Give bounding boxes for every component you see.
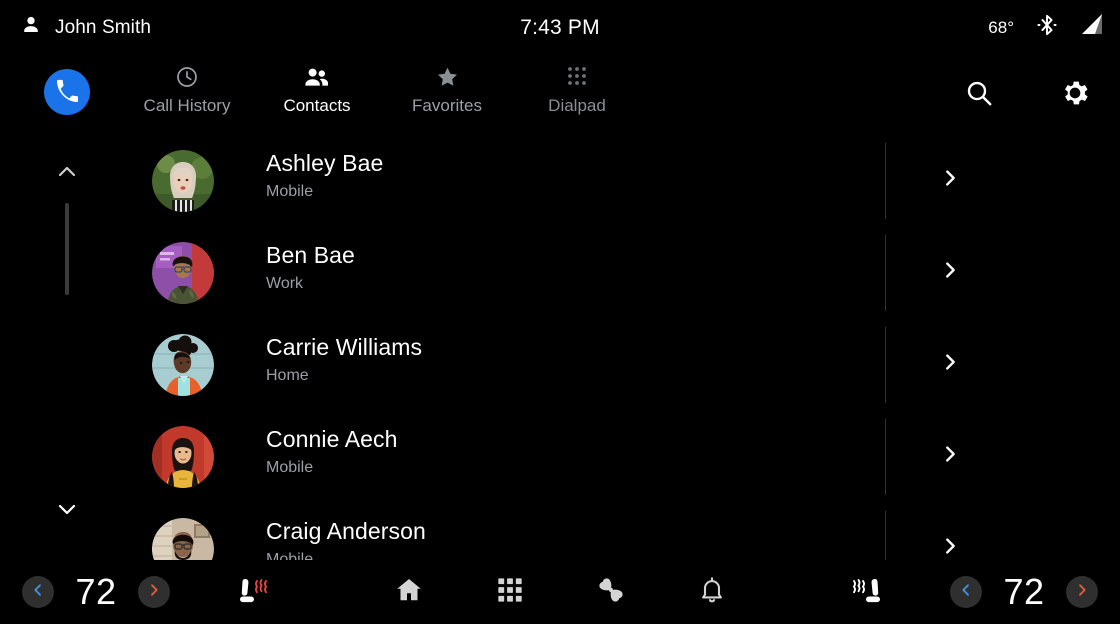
table-row[interactable]: Carrie Williams Home [0, 319, 1120, 411]
star-icon [435, 65, 460, 89]
row-divider [885, 143, 886, 219]
contacts-list: Ashley Bae Mobile Ben Bae Work Carrie Wi… [0, 135, 1120, 560]
row-divider [885, 511, 886, 560]
avatar [152, 334, 214, 396]
clock: 7:43 PM [520, 15, 600, 39]
bottom-nav-bar: 72 72 [0, 560, 1120, 624]
avatar [152, 242, 214, 304]
tab-contacts[interactable]: Contacts [252, 55, 382, 135]
contact-info: Connie Aech Mobile [266, 424, 398, 479]
passenger-seat-heater-button[interactable] [848, 576, 890, 610]
contact-name: Craig Anderson [266, 518, 426, 544]
phone-app-badge[interactable] [44, 69, 90, 115]
outside-temperature: 68° [988, 17, 1014, 37]
chevron-left-icon [958, 582, 974, 603]
tab-call-history[interactable]: Call History [122, 55, 252, 135]
home-button[interactable] [387, 570, 431, 614]
tab-label: Call History [143, 96, 231, 115]
contact-info: Ashley Bae Mobile [266, 148, 383, 203]
chevron-right-icon [939, 535, 961, 561]
status-bar: John Smith 7:43 PM 68° [0, 0, 1120, 55]
avatar [152, 518, 214, 560]
chevron-right-icon [939, 351, 961, 378]
contact-info: Carrie Williams Home [266, 332, 422, 387]
chevron-right-icon [939, 443, 961, 470]
phone-icon [55, 78, 79, 107]
settings-button[interactable] [1052, 72, 1098, 118]
search-button[interactable] [956, 72, 1002, 118]
tab-favorites[interactable]: Favorites [382, 55, 512, 135]
clock-icon [175, 65, 199, 89]
contact-name: Ben Bae [266, 242, 355, 268]
contact-name: Carrie Williams [266, 334, 423, 360]
apps-button[interactable] [488, 570, 532, 614]
contact-info: Ben Bae Work [266, 240, 355, 295]
contact-details-button[interactable] [935, 165, 965, 195]
chevron-right-icon [939, 167, 961, 194]
status-indicators: 68° [988, 0, 1106, 55]
tab-label: Favorites [412, 96, 482, 115]
contact-label: Mobile [266, 459, 314, 476]
contact-info: Craig Anderson Mobile [266, 516, 426, 560]
table-row[interactable]: Connie Aech Mobile [0, 411, 1120, 503]
heated-seat-icon [850, 575, 888, 612]
contact-details-button[interactable] [935, 533, 965, 560]
contact-details-button[interactable] [935, 349, 965, 379]
notifications-button[interactable] [690, 570, 734, 614]
table-row[interactable]: Craig Anderson Mobile [0, 503, 1120, 560]
search-icon [964, 78, 994, 113]
tab-label: Dialpad [548, 96, 606, 115]
avatar [152, 150, 214, 212]
contact-details-button[interactable] [935, 441, 965, 471]
bell-icon [698, 576, 726, 609]
gear-icon [1059, 77, 1091, 114]
table-row[interactable]: Ashley Bae Mobile [0, 135, 1120, 227]
row-divider [885, 327, 886, 403]
contact-label: Home [266, 367, 309, 384]
contact-name: Ashley Bae [266, 150, 384, 176]
contact-details-button[interactable] [935, 257, 965, 287]
tab-label: Contacts [283, 96, 351, 115]
bluetooth-icon [1036, 12, 1058, 43]
infotainment-screen: John Smith 7:43 PM 68° Call History Cont… [0, 0, 1120, 624]
passenger-temp-decrease-button[interactable] [950, 576, 982, 608]
tab-bar-actions [956, 55, 1098, 135]
tabs: Call History Contacts Favorites Dialpad [122, 55, 642, 135]
signal-bars-icon [1080, 13, 1106, 42]
tab-dialpad[interactable]: Dialpad [512, 55, 642, 135]
contact-name: Connie Aech [266, 426, 398, 452]
climate-button[interactable] [589, 570, 633, 614]
dialpad-icon [566, 65, 588, 89]
passenger-temp-increase-button[interactable] [1066, 576, 1098, 608]
climate-fan-icon [595, 574, 627, 611]
row-divider [885, 419, 886, 495]
apps-grid-icon [496, 576, 524, 609]
row-divider [885, 235, 886, 311]
phone-app-tab-bar: Call History Contacts Favorites Dialpad [0, 55, 1120, 135]
table-row[interactable]: Ben Bae Work [0, 227, 1120, 319]
contact-rows: Ashley Bae Mobile Ben Bae Work Carrie Wi… [0, 135, 1120, 560]
chevron-right-icon [1074, 582, 1090, 603]
avatar [152, 426, 214, 488]
passenger-climate-control: 72 [950, 570, 1098, 614]
contact-label: Mobile [266, 183, 314, 200]
people-icon [304, 65, 330, 89]
contact-label: Mobile [266, 551, 314, 560]
home-icon [394, 575, 424, 610]
chevron-right-icon [939, 259, 961, 286]
passenger-temperature-value: 72 [1003, 571, 1045, 612]
contact-label: Work [266, 275, 304, 292]
